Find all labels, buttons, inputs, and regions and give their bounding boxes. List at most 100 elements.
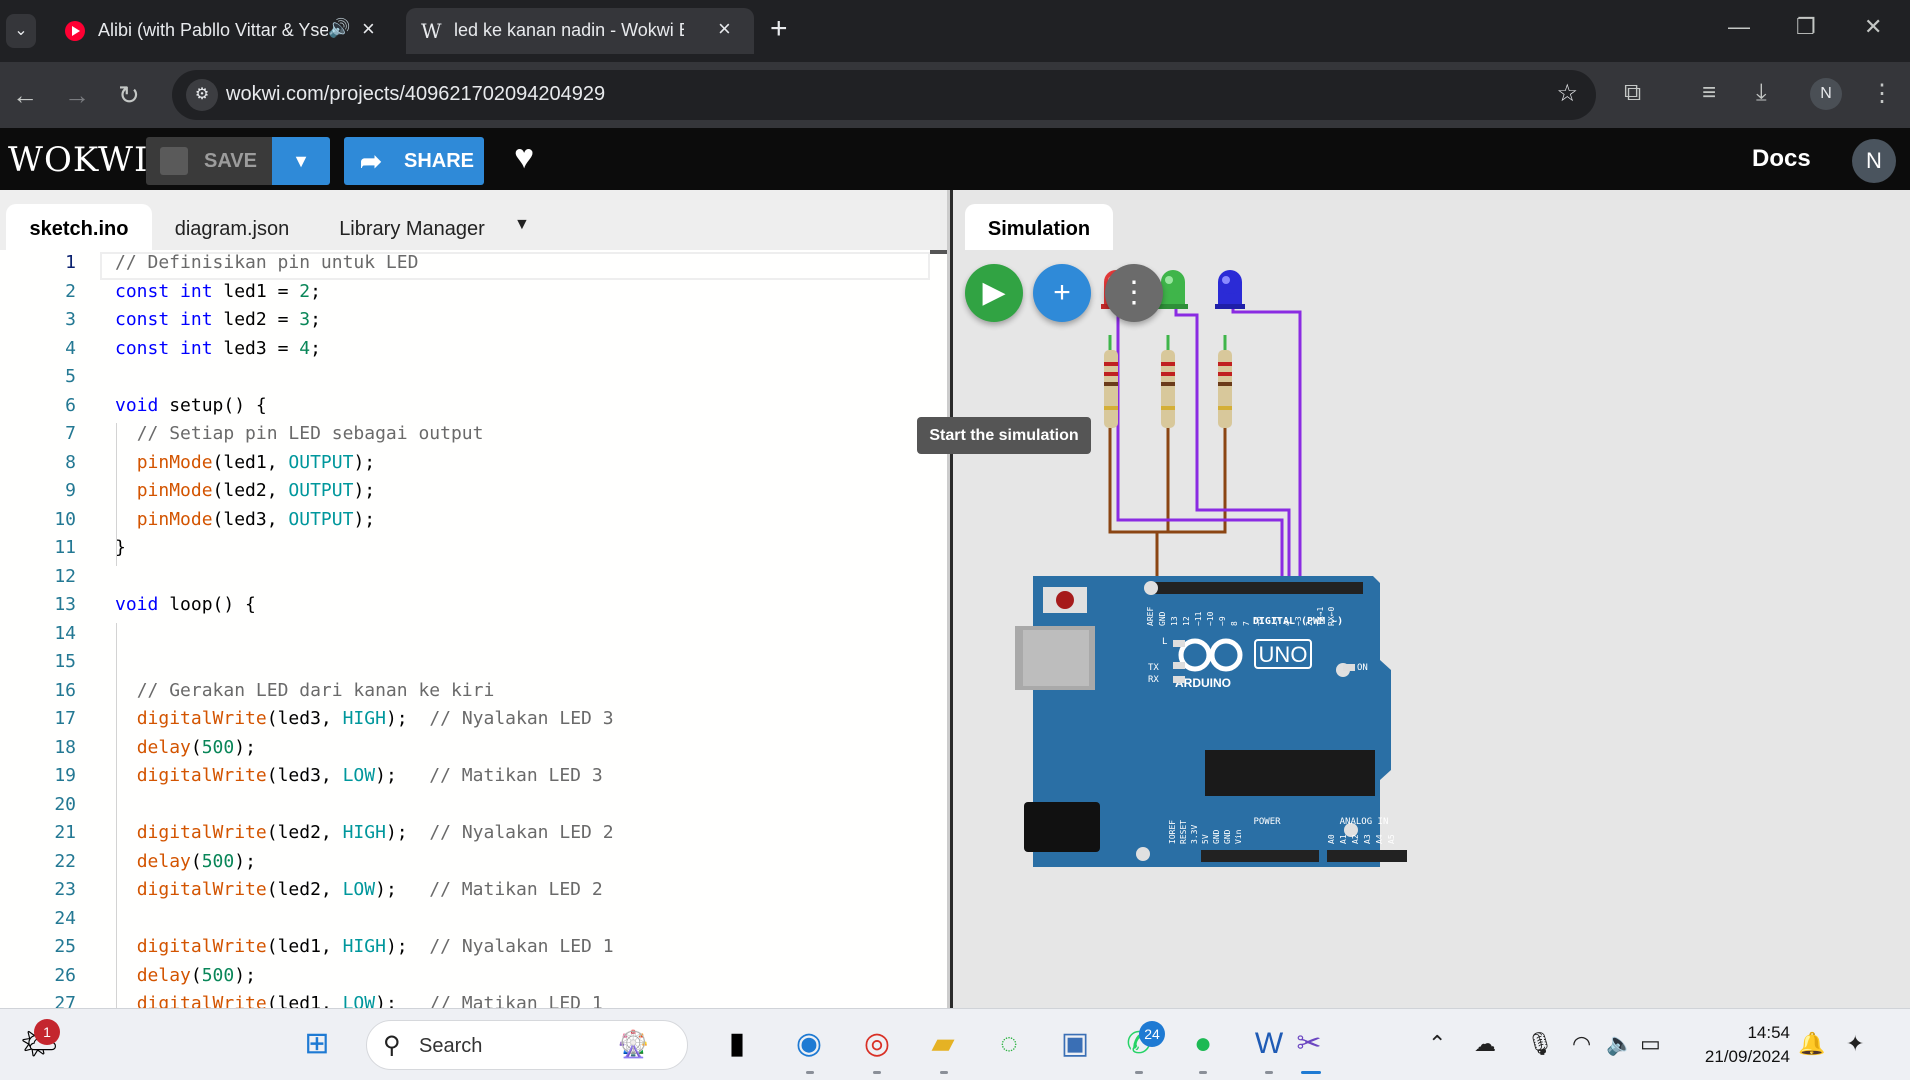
code-line[interactable]: 10 pinMode(led3, OUTPUT); — [0, 509, 930, 537]
code-line[interactable]: 11} — [0, 537, 930, 565]
new-tab-button[interactable]: + — [770, 12, 788, 46]
editor-scrollbar[interactable] — [930, 250, 947, 254]
heart-icon[interactable]: ♥ — [514, 138, 534, 177]
address-bar[interactable]: ⚙ wokwi.com/projects/409621702094204929 … — [172, 70, 1596, 120]
arduino-uno-board[interactable]: UNO ARDUINO DIGITAL (PWM ~) POWER ANALOG… — [1015, 576, 1407, 867]
code-line[interactable]: 7 // Setiap pin LED sebagai output — [0, 423, 930, 451]
start-simulation-button[interactable]: ▶ Start the simulation — [917, 264, 1091, 454]
url-text[interactable]: wokwi.com/projects/409621702094204929 — [226, 83, 605, 106]
resistor-3[interactable] — [1218, 350, 1232, 428]
user-avatar[interactable]: N — [1852, 139, 1896, 183]
code-line[interactable]: 18 delay(500); — [0, 737, 930, 765]
wokwi-logo[interactable]: WOKWI — [8, 140, 148, 180]
pin-label: 7 — [1242, 621, 1251, 626]
tab-diagram-json[interactable]: diagram.json — [162, 204, 302, 250]
media-control-icon[interactable]: ≡ — [1702, 79, 1716, 107]
word-icon[interactable]: W — [1248, 1023, 1290, 1065]
docs-link[interactable]: Docs — [1752, 145, 1811, 173]
tab-search-button[interactable]: ⌄ — [6, 14, 36, 48]
edge-browser-icon[interactable]: ◉ — [788, 1023, 830, 1065]
code-line[interactable]: 16 // Gerakan LED dari kanan ke kiri — [0, 680, 930, 708]
code-line[interactable]: 23 digitalWrite(led2, LOW); // Matikan L… — [0, 879, 930, 907]
code-line[interactable]: 4 const int led3 = 4; — [0, 338, 930, 366]
restore-icon[interactable]: ❐ — [1796, 14, 1816, 40]
code-line[interactable]: 3 const int led2 = 3; — [0, 309, 930, 337]
save-button[interactable]: SAVE — [146, 137, 272, 185]
bookmark-star-icon[interactable]: ☆ — [1556, 79, 1578, 108]
volume-icon[interactable]: 🔈 — [1606, 1031, 1633, 1057]
share-button[interactable]: ➦ SHARE — [344, 137, 484, 185]
battery-icon[interactable]: ▭ — [1640, 1031, 1661, 1057]
tab-sketch-ino[interactable]: sketch.ino — [6, 204, 152, 250]
resistor-2[interactable] — [1161, 350, 1175, 428]
add-part-button[interactable]: + — [1033, 264, 1091, 322]
code-area[interactable]: 1 // Definisikan pin untuk LED 2 const int … — [0, 250, 947, 1008]
onedrive-cloud-icon[interactable]: ☁ — [1474, 1031, 1496, 1057]
code-line[interactable]: 27 digitalWrite(led1, LOW); // Matikan L… — [0, 993, 930, 1008]
spotify-icon[interactable]: ● — [1182, 1023, 1224, 1065]
control-panel-icon[interactable]: ▣ — [1054, 1023, 1096, 1065]
file-explorer-icon[interactable]: ▰ — [922, 1023, 964, 1065]
pin-label: AREF — [1146, 607, 1155, 626]
save-dropdown-button[interactable]: ▼ — [272, 137, 330, 185]
code-line[interactable]: 8 pinMode(led1, OUTPUT); — [0, 452, 930, 480]
notification-bell-icon[interactable]: 🔔 — [1798, 1031, 1825, 1057]
code-line[interactable]: 6 void setup() { — [0, 395, 930, 423]
pin-label: ~3 — [1294, 616, 1303, 626]
close-icon[interactable]: × — [362, 16, 375, 42]
code-line[interactable]: 25 digitalWrite(led1, HIGH); // Nyalakan… — [0, 936, 930, 964]
code-line[interactable]: 15 — [0, 651, 930, 679]
reload-icon[interactable]: ↻ — [118, 80, 140, 111]
speaker-icon[interactable]: 🔊 — [328, 18, 350, 39]
circuit-canvas[interactable]: UNO ARDUINO DIGITAL (PWM ~) POWER ANALOG… — [953, 190, 1910, 1008]
minimize-icon[interactable]: — — [1728, 14, 1750, 40]
browser-tab-wokwi[interactable]: W led ke kanan nadin - Wokwi ESP32 × — [406, 8, 754, 54]
svg-text:W: W — [421, 20, 442, 42]
site-info-icon[interactable]: ⚙ — [186, 79, 218, 111]
browser-tab-youtube[interactable]: Alibi (with Pabllo Vittar & Yseult) 🔊 × — [50, 8, 398, 54]
code-line[interactable]: 19 digitalWrite(led3, LOW); // Matikan L… — [0, 765, 930, 793]
task-view-icon[interactable]: ▮ — [716, 1023, 758, 1065]
code-line[interactable]: 12 — [0, 566, 930, 594]
microphone-icon[interactable]: 🎙 — [1526, 1031, 1554, 1057]
code-line[interactable]: 17 digitalWrite(led3, HIGH); // Nyalakan… — [0, 708, 930, 736]
code-line[interactable]: 1 // Definisikan pin untuk LED — [0, 252, 930, 280]
copilot-icon[interactable]: ✦ — [1846, 1031, 1864, 1057]
resistor-1[interactable] — [1104, 350, 1118, 428]
code-line[interactable]: 5 — [0, 366, 930, 394]
tab-library-manager[interactable]: Library Manager — [322, 204, 502, 250]
wifi-icon[interactable]: ◠ — [1572, 1031, 1591, 1057]
chevron-up-icon[interactable]: ⌃ — [1428, 1031, 1446, 1057]
chrome-browser-icon[interactable]: ◎ — [856, 1023, 898, 1065]
more-options-button[interactable]: ⋮ — [1105, 264, 1163, 322]
line-number: 15 — [54, 651, 76, 672]
loading-app-icon[interactable]: ◌ — [988, 1023, 1030, 1065]
led-blue[interactable] — [1215, 270, 1245, 309]
code-line[interactable]: 26 delay(500); — [0, 965, 930, 993]
profile-avatar[interactable]: N — [1810, 78, 1842, 110]
tab-simulation[interactable]: Simulation — [965, 204, 1113, 250]
system-clock[interactable]: 14:54 21/09/2024 — [1690, 1021, 1790, 1069]
code-line[interactable]: 22 delay(500); — [0, 851, 930, 879]
code-line[interactable]: 21 digitalWrite(led2, HIGH); // Nyalakan… — [0, 822, 930, 850]
back-icon[interactable]: ← — [12, 80, 38, 111]
windows-start-icon[interactable]: ⊞ — [296, 1023, 338, 1065]
tab-menu-dropdown-icon[interactable]: ▼ — [514, 216, 530, 234]
code-line[interactable]: 2 const int led1 = 2; — [0, 281, 930, 309]
close-icon[interactable]: × — [718, 16, 731, 42]
snipping-tool-icon[interactable]: ✂ — [1288, 1023, 1330, 1065]
menu-kebab-icon[interactable]: ⋮ — [1870, 79, 1894, 108]
pin-label: RX←0 — [1327, 607, 1336, 626]
taskbar-search[interactable]: ⚲ Search 🎡 — [366, 1020, 688, 1070]
code-line[interactable]: 9 pinMode(led2, OUTPUT); — [0, 480, 930, 508]
line-number: 8 — [65, 452, 76, 473]
code-line[interactable]: 13 void loop() { — [0, 594, 930, 622]
close-window-icon[interactable]: ✕ — [1864, 14, 1882, 40]
download-icon[interactable]: ⤓ — [1756, 79, 1767, 107]
forward-icon[interactable]: → — [64, 80, 90, 111]
code-line[interactable]: 24 — [0, 908, 930, 936]
code-line[interactable]: 14 — [0, 623, 930, 651]
code-line[interactable]: 20 — [0, 794, 930, 822]
extensions-icon[interactable]: ⧉ — [1624, 79, 1641, 107]
edge-running-indicator — [806, 1071, 814, 1074]
